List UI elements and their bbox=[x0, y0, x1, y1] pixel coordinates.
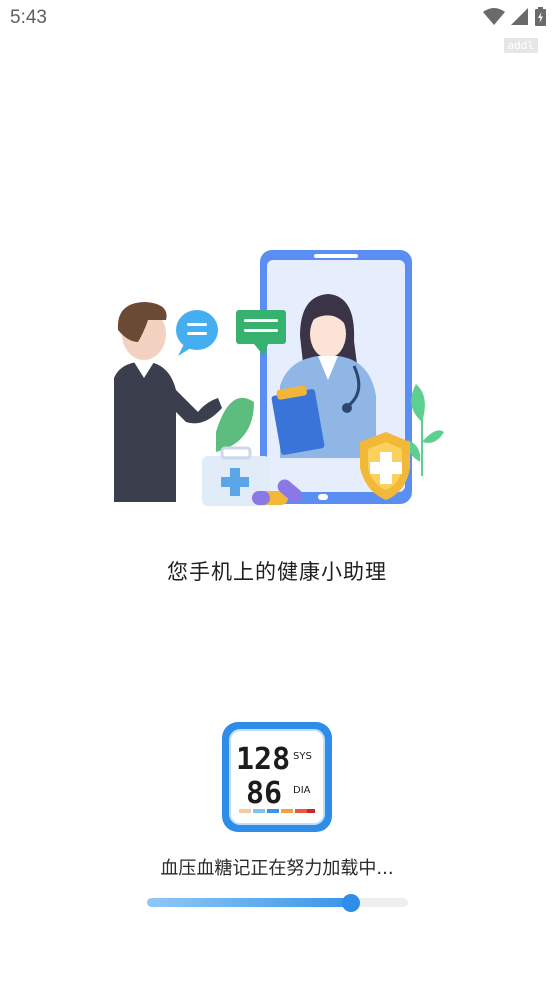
dia-value: 86 bbox=[246, 776, 282, 811]
dia-label: DIA bbox=[293, 785, 311, 796]
sys-label: SYS bbox=[293, 751, 312, 762]
doctor-consultation-illustration bbox=[104, 246, 444, 514]
loading-progress-bar bbox=[147, 894, 408, 912]
app-tagline: 您手机上的健康小助理 bbox=[167, 560, 387, 584]
progress-knob bbox=[341, 894, 360, 912]
blood-pressure-monitor-icon: 128 SYS 86 DIA bbox=[222, 722, 332, 832]
status-icons bbox=[483, 7, 546, 26]
battery-charging-icon bbox=[535, 7, 546, 26]
sys-value: 128 bbox=[236, 742, 290, 777]
signal-icon bbox=[511, 7, 528, 25]
status-bar: 5:43 bbox=[0, 0, 554, 38]
wifi-icon bbox=[483, 7, 505, 25]
status-time: 5:43 bbox=[10, 7, 47, 28]
progress-fill bbox=[147, 898, 351, 907]
debug-badge: addl bbox=[503, 38, 538, 53]
loading-text: 血压血糖记正在努力加载中... bbox=[160, 858, 394, 879]
